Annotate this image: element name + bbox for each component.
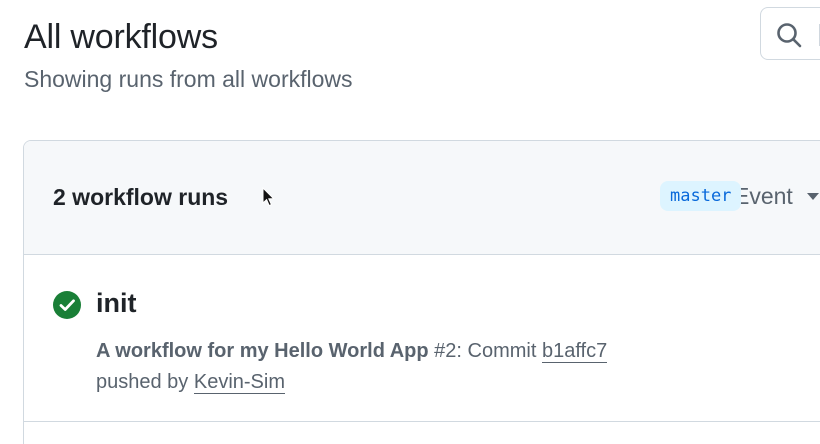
actor-link[interactable]: Kevin-Sim [193,371,285,394]
search-input[interactable] [760,7,820,60]
run-number: #2 [434,340,457,362]
runs-count: 2 workflow runs [53,184,229,210]
event-filter-dropdown[interactable]: Event [734,183,819,210]
pushed-by-prefix: pushed by [96,371,189,393]
success-check-icon [53,291,81,319]
mouse-pointer-icon [262,187,275,207]
event-filter-label: Event [734,183,793,209]
run-meta: A workflow for my Hello World App #2: Co… [96,336,608,398]
branch-badge[interactable]: master [660,181,742,211]
chevron-down-icon [806,193,819,200]
commit-sha-link[interactable]: b1affc7 [541,340,608,363]
search-icon [777,23,802,48]
workflow-run-row[interactable]: init A workflow for my Hello World App #… [24,255,820,422]
commit-prefix: : Commit [456,340,537,362]
run-title-link[interactable]: init [96,288,137,319]
page-subtitle: Showing runs from all workflows [24,66,353,92]
workflow-name: A workflow for my Hello World App [96,340,429,362]
page-title: All workflows [24,18,218,56]
workflows-page: All workflows Showing runs from all work… [0,0,820,444]
